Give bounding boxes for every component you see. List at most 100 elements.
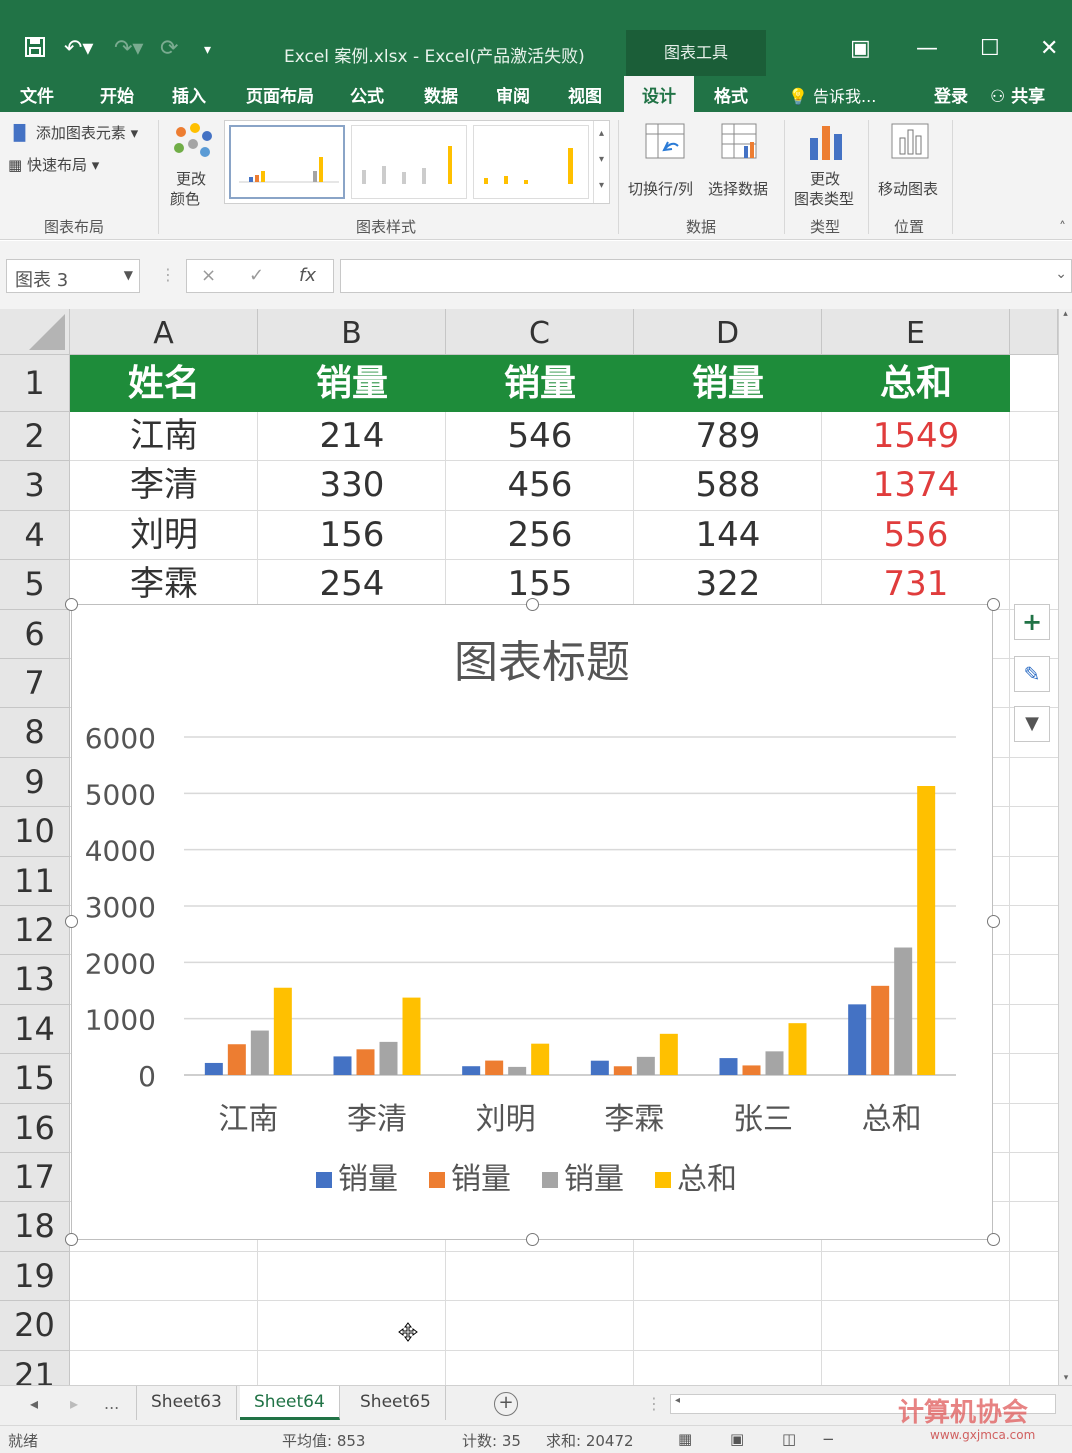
column-header-a[interactable]: A: [70, 309, 258, 355]
row-header[interactable]: 5: [0, 560, 70, 610]
chart-style-1[interactable]: [229, 125, 345, 199]
tell-me-search[interactable]: 💡 告诉我...: [788, 83, 876, 107]
data-cell[interactable]: 1549: [822, 412, 1010, 461]
header-cell[interactable]: 销量: [258, 355, 446, 412]
chart-resize-handle-left[interactable]: [65, 915, 78, 928]
row-header[interactable]: 11: [0, 856, 70, 906]
data-cell[interactable]: 322: [634, 560, 822, 609]
chevron-down-icon[interactable]: ▼: [124, 268, 133, 282]
new-sheet-plus-icon[interactable]: +: [494, 1392, 518, 1416]
tab-splitter-icon[interactable]: ⋮: [646, 1394, 662, 1413]
redo-icon[interactable]: ↷▾: [114, 36, 143, 61]
zoom-out-icon[interactable]: −: [822, 1430, 835, 1448]
chart-style-2[interactable]: [351, 125, 467, 199]
chart-resize-handle-bottom[interactable]: [526, 1233, 539, 1246]
enter-icon[interactable]: ✓: [249, 265, 264, 286]
data-cell[interactable]: 144: [634, 511, 822, 560]
minimize-icon[interactable]: —: [916, 36, 938, 61]
row-header[interactable]: 2: [0, 412, 70, 462]
data-cell[interactable]: 256: [446, 511, 634, 560]
data-cell[interactable]: 731: [822, 560, 1010, 609]
undo-icon[interactable]: ↶▾: [64, 36, 93, 61]
page-layout-view-icon[interactable]: ▣: [730, 1430, 744, 1448]
tab-page-layout[interactable]: 页面布局: [246, 82, 314, 107]
add-chart-element-button[interactable]: ▐▌ 添加图表元素 ▾: [8, 122, 138, 143]
insert-function-icon[interactable]: fx: [299, 265, 316, 286]
gallery-scroll[interactable]: ▴ ▾ ▾: [593, 121, 609, 203]
header-cell[interactable]: 销量: [446, 355, 634, 412]
sheet-tab-sheet64[interactable]: Sheet64: [240, 1386, 340, 1420]
change-chart-type-button[interactable]: 更改 图表类型: [792, 122, 862, 216]
repeat-icon[interactable]: ⟳: [160, 36, 178, 61]
data-cell[interactable]: 546: [446, 412, 634, 461]
page-break-view-icon[interactable]: ◫: [782, 1430, 796, 1448]
name-box[interactable]: 图表 3 ▼: [6, 259, 140, 293]
data-cell[interactable]: 156: [258, 511, 446, 560]
sheet-tab-sheet65[interactable]: Sheet65: [346, 1386, 446, 1420]
chart-resize-handle-top-right[interactable]: [987, 598, 1000, 611]
scroll-up-arrow[interactable]: ▴: [1059, 309, 1072, 319]
maximize-icon[interactable]: ☐: [980, 36, 1000, 61]
chart-resize-handle-top[interactable]: [526, 598, 539, 611]
select-all-button[interactable]: [0, 309, 70, 355]
row-header[interactable]: 19: [0, 1251, 70, 1302]
ribbon-display-icon[interactable]: ▣: [850, 36, 871, 61]
chart-style-3[interactable]: [473, 125, 589, 199]
row-header[interactable]: 21: [0, 1350, 70, 1385]
chart-resize-handle-bottom-right[interactable]: [987, 1233, 1000, 1246]
data-cell[interactable]: 155: [446, 560, 634, 609]
data-cell[interactable]: 254: [258, 560, 446, 609]
data-cell[interactable]: 330: [258, 461, 446, 510]
data-cell[interactable]: 789: [634, 412, 822, 461]
tab-format[interactable]: 格式: [714, 82, 748, 107]
move-chart-button[interactable]: 移动图表: [876, 122, 946, 202]
hscroll-left-arrow[interactable]: ◂: [675, 1395, 680, 1406]
chart-object[interactable]: 图表标题 0 1000 2000 3000 4000 5000 6000 江南 李清 刘明 李霖 张三总…: [71, 604, 993, 1240]
column-header-e[interactable]: E: [822, 309, 1010, 355]
row-header[interactable]: 6: [0, 609, 70, 659]
data-cell[interactable]: 刘明: [70, 511, 258, 560]
data-cell[interactable]: 214: [258, 412, 446, 461]
tab-data[interactable]: 数据: [424, 82, 458, 107]
close-icon[interactable]: ✕: [1040, 36, 1058, 61]
chart-styles-gallery[interactable]: ▴ ▾ ▾: [224, 120, 610, 204]
data-cell[interactable]: 456: [446, 461, 634, 510]
tab-insert[interactable]: 插入: [172, 82, 206, 107]
cancel-icon[interactable]: ×: [201, 265, 216, 286]
row-header[interactable]: 3: [0, 461, 70, 511]
column-header-d[interactable]: D: [634, 309, 822, 355]
quick-layout-button[interactable]: ▦ 快速布局 ▾: [8, 154, 99, 175]
tab-review[interactable]: 审阅: [496, 82, 530, 107]
switch-row-column-button[interactable]: 切换行/列: [628, 122, 704, 202]
tab-view[interactable]: 视图: [568, 82, 602, 107]
row-header[interactable]: 4: [0, 510, 70, 561]
data-cell[interactable]: 江南: [70, 412, 258, 461]
chart-resize-handle-top-left[interactable]: [65, 598, 78, 611]
tab-scroll-right-icon[interactable]: ▸: [70, 1394, 78, 1413]
chart-styles-brush-icon[interactable]: ✎: [1014, 656, 1050, 692]
row-header[interactable]: 12: [0, 906, 70, 956]
header-cell[interactable]: 姓名: [70, 355, 258, 412]
row-header[interactable]: 14: [0, 1004, 70, 1055]
header-cell[interactable]: 销量: [634, 355, 822, 412]
row-header[interactable]: 20: [0, 1301, 70, 1351]
normal-view-icon[interactable]: ▦: [678, 1430, 692, 1448]
save-icon[interactable]: [24, 36, 46, 64]
row-header[interactable]: 1: [0, 355, 70, 412]
column-header-f[interactable]: [1010, 309, 1058, 355]
row-header[interactable]: 13: [0, 955, 70, 1005]
data-cell[interactable]: 李清: [70, 461, 258, 510]
tab-formulas[interactable]: 公式: [350, 82, 384, 107]
collapse-ribbon-icon[interactable]: ˄: [1059, 220, 1066, 236]
formula-input[interactable]: ⌄: [340, 259, 1072, 293]
tab-more-ellipsis[interactable]: ...: [104, 1394, 119, 1413]
login-link[interactable]: 登录: [934, 82, 968, 107]
tab-file[interactable]: 文件: [20, 82, 54, 107]
tab-home[interactable]: 开始: [100, 82, 134, 107]
data-cell[interactable]: 588: [634, 461, 822, 510]
tab-scroll-left-icon[interactable]: ◂: [30, 1394, 38, 1413]
column-header-b[interactable]: B: [258, 309, 446, 355]
change-colors-button[interactable]: 更改 颜色: [168, 122, 218, 212]
customize-toolbar-icon[interactable]: ▾: [204, 42, 211, 58]
chart-elements-plus-icon[interactable]: +: [1014, 604, 1050, 640]
